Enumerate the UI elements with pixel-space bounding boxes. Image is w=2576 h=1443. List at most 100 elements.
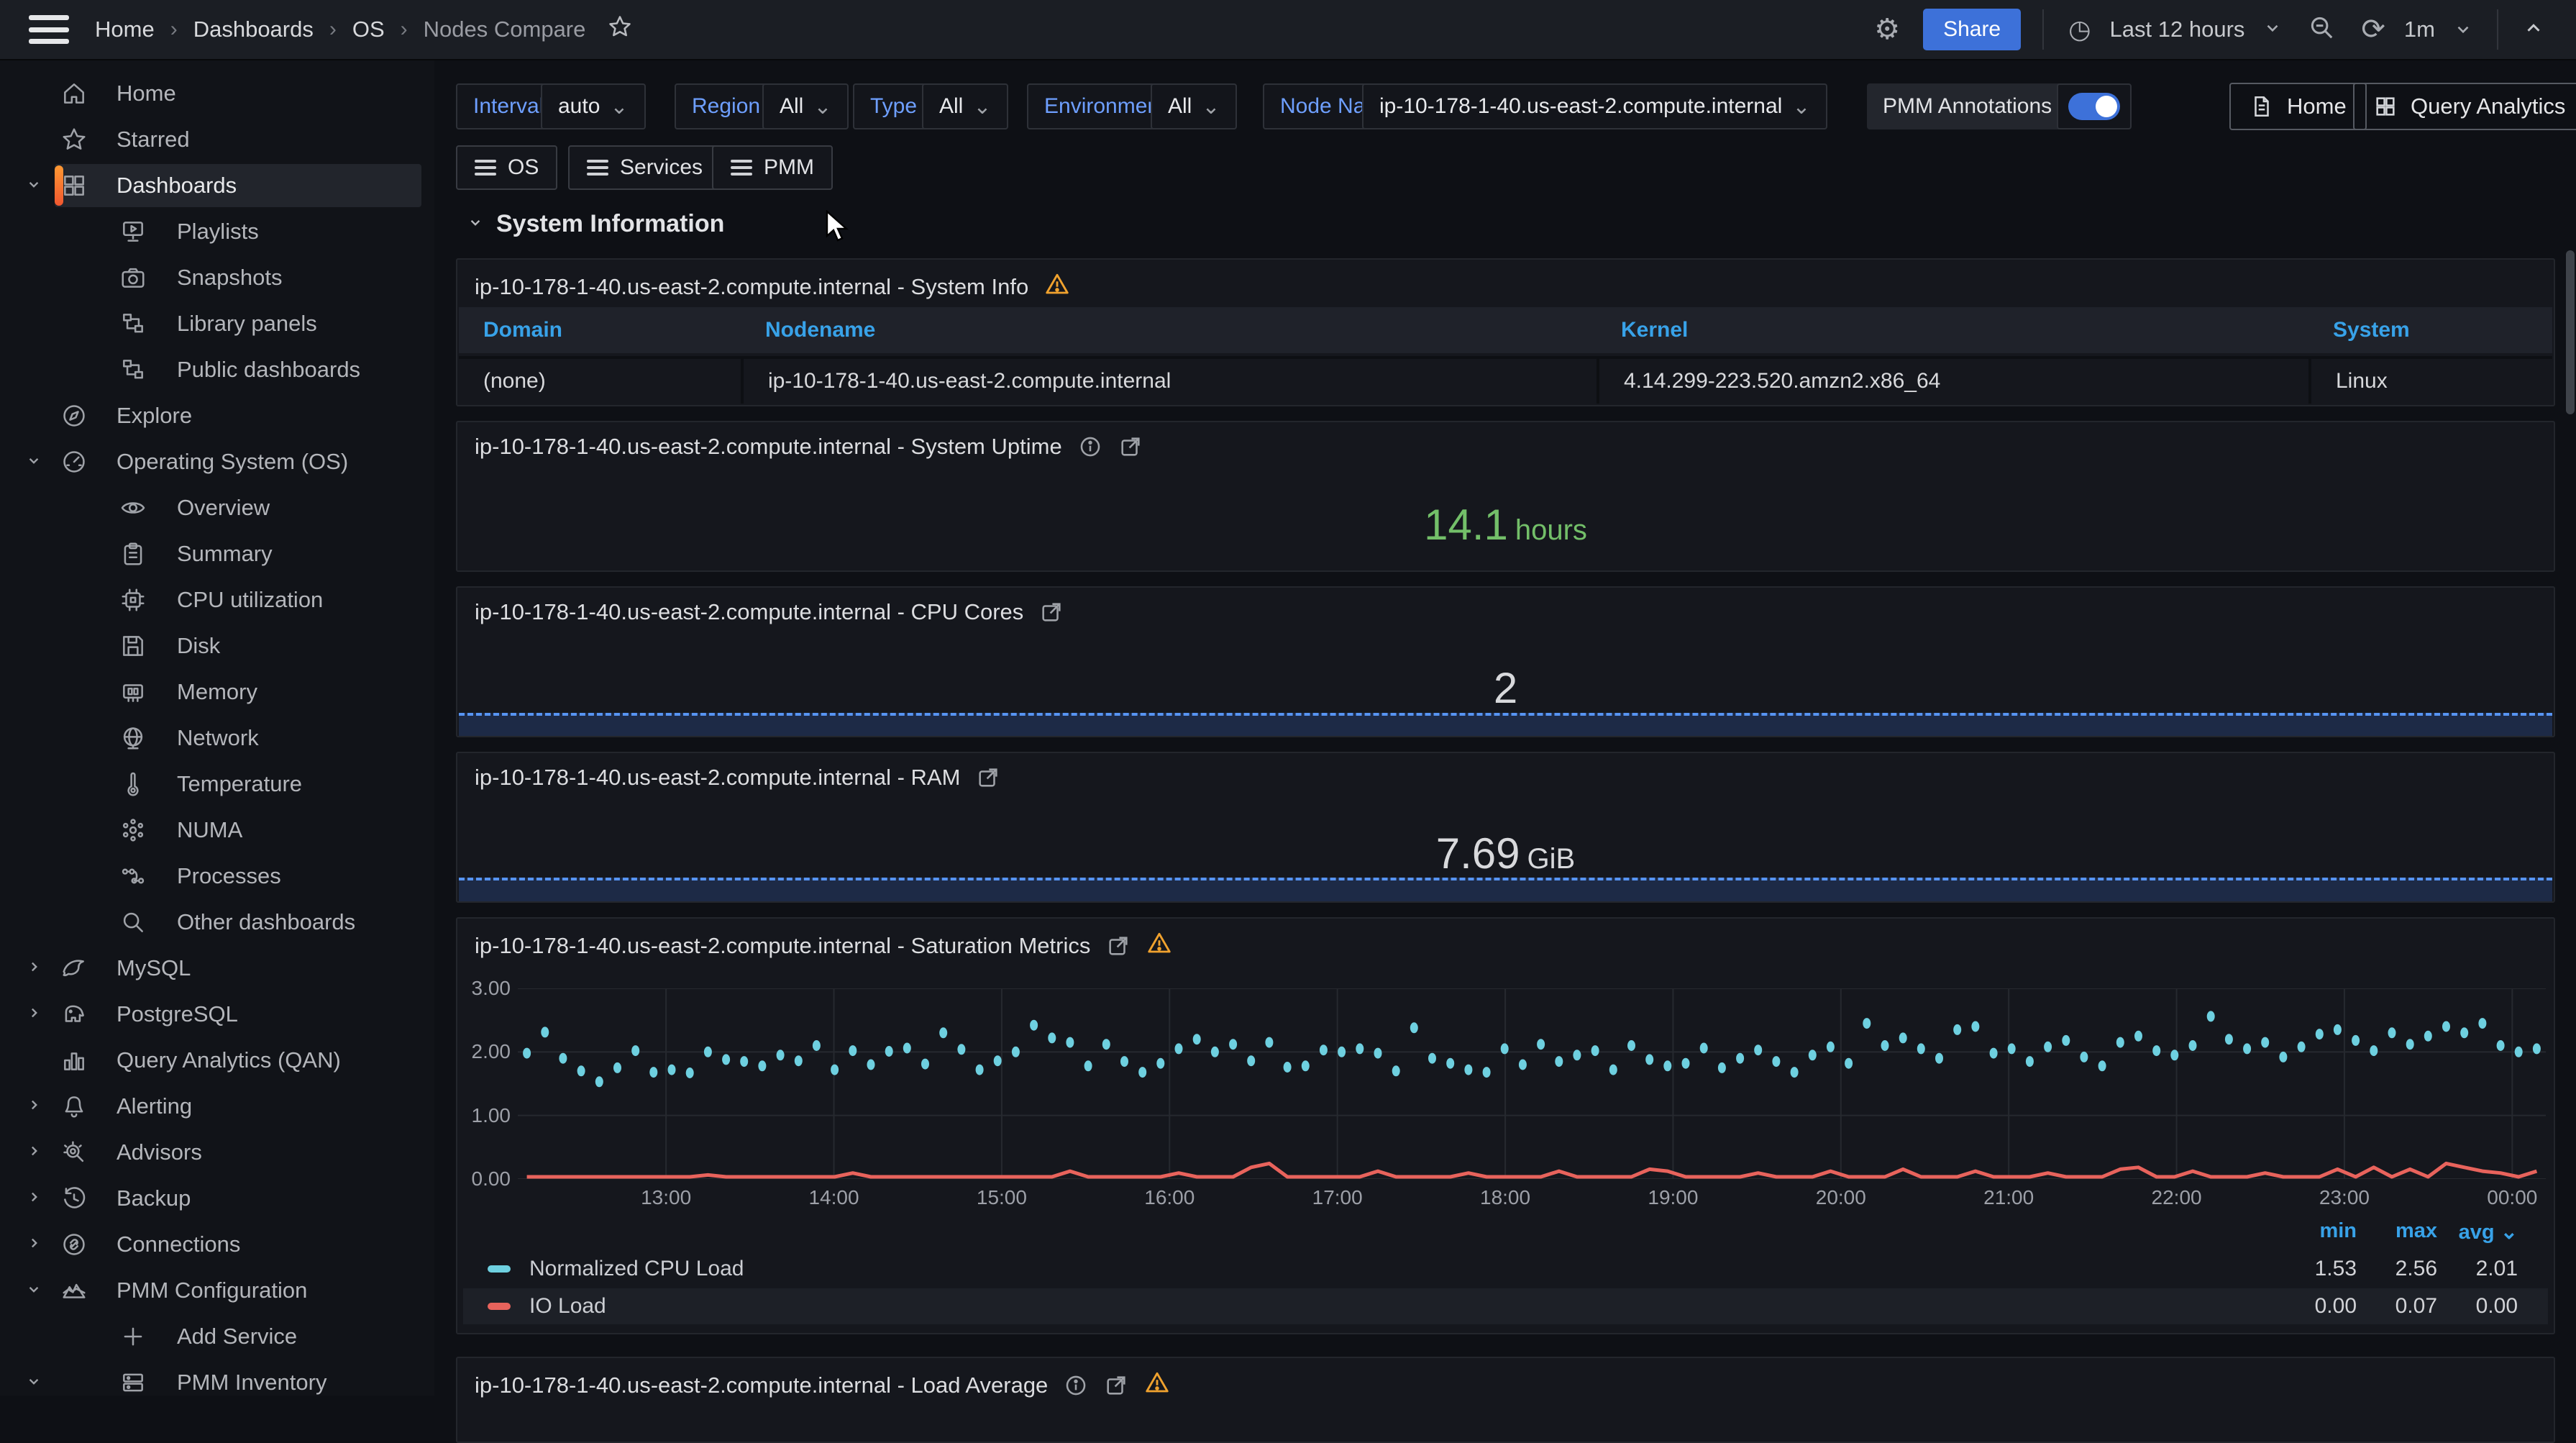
zoom-out-icon[interactable] (2308, 14, 2335, 46)
tab-os[interactable]: OS (456, 145, 557, 190)
sidebar-item-backup[interactable]: Backup (0, 1175, 434, 1221)
legend-header-avg[interactable]: avg ⌄ (2437, 1219, 2518, 1244)
refresh-interval-picker[interactable]: 1m (2404, 17, 2435, 42)
column-header-domain[interactable]: Domain (459, 307, 741, 353)
time-range-picker[interactable]: Last 12 hours (2110, 17, 2245, 42)
chevron-down-icon[interactable] (22, 1372, 46, 1394)
chevron-right-icon[interactable] (22, 1142, 46, 1164)
breadcrumb-home[interactable]: Home (95, 17, 155, 42)
chevron-right-icon[interactable] (22, 1188, 46, 1210)
chevron-down-icon[interactable] (2263, 19, 2282, 40)
chevron-right-icon[interactable] (22, 1096, 46, 1118)
x-tick-label: 13:00 (641, 1186, 691, 1209)
sidebar-item-starred[interactable]: Starred (0, 117, 434, 163)
star-icon[interactable] (607, 14, 633, 45)
home-button[interactable]: Home (2229, 83, 2367, 130)
sidebar-item-disk[interactable]: Disk (0, 623, 434, 669)
list-icon (731, 160, 752, 176)
y-tick-label: 3.00 (456, 977, 511, 1000)
share-button[interactable]: Share (1923, 9, 2021, 50)
warning-icon[interactable] (1144, 1370, 1170, 1401)
sidebar-item-operating-system-os[interactable]: Operating System (OS) (0, 439, 434, 485)
chevron-right-icon[interactable] (22, 1234, 46, 1256)
node-name-filter-value[interactable]: ip-10-178-1-40.us-east-2.compute.interna… (1362, 83, 1827, 129)
scrollbar-thumb[interactable] (2566, 250, 2575, 414)
sidebar-item-pmm-configuration[interactable]: PMM Configuration (0, 1267, 434, 1314)
sidebar-item-numa[interactable]: NUMA (0, 807, 434, 853)
sidebar-item-snapshots[interactable]: Snapshots (0, 255, 434, 301)
refresh-icon[interactable]: ⟳ (2361, 15, 2385, 44)
sidebar-item-query-analytics-qan[interactable]: Query Analytics (QAN) (0, 1037, 434, 1083)
sidebar-item-cpu-utilization[interactable]: CPU utilization (0, 577, 434, 623)
sidebar-item-alerting[interactable]: Alerting (0, 1083, 434, 1129)
collapse-up-icon[interactable] (2523, 15, 2544, 44)
sidebar-item-library-panels[interactable]: Library panels (0, 301, 434, 347)
query-analytics-button[interactable]: Query Analytics (2353, 83, 2576, 130)
tab-services[interactable]: Services (568, 145, 721, 190)
legend-row-io-load[interactable]: IO Load 0.00 0.07 0.00 (463, 1288, 2548, 1324)
gear-icon[interactable]: ⚙ (1874, 15, 1900, 44)
sidebar-item-network[interactable]: Network (0, 715, 434, 761)
tab-pmm[interactable]: PMM (712, 145, 833, 190)
sidebar-item-public-dashboards[interactable]: Public dashboards (0, 347, 434, 393)
panel-title[interactable]: ip-10-178-1-40.us-east-2.compute.interna… (475, 271, 1070, 303)
chevron-right-icon[interactable] (22, 957, 46, 980)
column-header-kernel[interactable]: Kernel (1597, 307, 2308, 353)
type-filter-value[interactable]: All⌄ (922, 83, 1008, 129)
column-header-nodename[interactable]: Nodename (741, 307, 1597, 353)
x-tick-label: 23:00 (2319, 1186, 2370, 1209)
sidebar-item-temperature[interactable]: Temperature (0, 761, 434, 807)
sidebar-item-processes[interactable]: Processes (0, 853, 434, 899)
sidebar-item-label: Disk (177, 633, 220, 659)
sidebar-item-connections[interactable]: Connections (0, 1221, 434, 1267)
sidebar-item-playlists[interactable]: Playlists (0, 209, 434, 255)
info-icon[interactable] (1064, 1373, 1088, 1398)
column-header-system[interactable]: System (2308, 307, 2552, 353)
sidebar-item-home[interactable]: Home (0, 70, 434, 117)
interval-filter-value[interactable]: auto⌄ (541, 83, 646, 129)
legend-header-max[interactable]: max (2357, 1219, 2437, 1244)
sidebar-item-memory[interactable]: Memory (0, 669, 434, 715)
sidebar-item-pmm-inventory[interactable]: PMM Inventory (0, 1360, 434, 1396)
external-link-icon[interactable] (1039, 600, 1064, 624)
menu-icon[interactable] (29, 15, 69, 44)
chevron-down-icon[interactable] (22, 175, 46, 197)
warning-icon[interactable] (1146, 930, 1172, 962)
chevron-down-icon[interactable] (22, 451, 46, 473)
panel-title[interactable]: ip-10-178-1-40.us-east-2.compute.interna… (475, 599, 1064, 625)
info-icon[interactable] (1078, 434, 1102, 459)
region-filter-value[interactable]: All⌄ (762, 83, 849, 129)
pmm-annotations-toggle[interactable] (2057, 83, 2132, 129)
warning-icon[interactable] (1044, 271, 1070, 303)
environment-filter-value[interactable]: All⌄ (1151, 83, 1237, 129)
sidebar-item-advisors[interactable]: Advisors (0, 1129, 434, 1175)
sidebar-item-overview[interactable]: Overview (0, 485, 434, 531)
sidebar-item-postgresql[interactable]: PostgreSQL (0, 991, 434, 1037)
sidebar-item-mysql[interactable]: MySQL (0, 945, 434, 991)
panel-title[interactable]: ip-10-178-1-40.us-east-2.compute.interna… (475, 930, 1172, 962)
breadcrumb-dashboards[interactable]: Dashboards (193, 17, 314, 42)
chevron-right-icon[interactable] (22, 1003, 46, 1026)
legend-row-normalized-cpu-load[interactable]: Normalized CPU Load 1.53 2.56 2.01 (463, 1251, 2548, 1287)
sidebar-item-other-dashboards[interactable]: Other dashboards (0, 899, 434, 945)
external-link-icon[interactable] (1118, 434, 1143, 459)
sidebar-item-add-service[interactable]: Add Service (0, 1314, 434, 1360)
sidebar-item-label: Connections (117, 1232, 240, 1257)
panel-title[interactable]: ip-10-178-1-40.us-east-2.compute.interna… (475, 434, 1143, 460)
external-link-icon[interactable] (1104, 1373, 1128, 1398)
sidebar-item-explore[interactable]: Explore (0, 393, 434, 439)
panel-title[interactable]: ip-10-178-1-40.us-east-2.compute.interna… (475, 1370, 1170, 1401)
library-icon (117, 307, 150, 340)
panel-title[interactable]: ip-10-178-1-40.us-east-2.compute.interna… (475, 765, 1000, 791)
legend-header-min[interactable]: min (2276, 1219, 2357, 1244)
external-link-icon[interactable] (976, 765, 1000, 790)
chevron-down-icon[interactable] (2454, 15, 2472, 44)
toggle-on-icon[interactable] (2068, 93, 2120, 120)
external-link-icon[interactable] (1106, 934, 1131, 958)
breadcrumb-os[interactable]: OS (352, 17, 385, 42)
sidebar-item-dashboards[interactable]: Dashboards (0, 163, 434, 209)
saturation-chart[interactable] (518, 988, 2546, 1179)
section-system-information[interactable]: System Information (466, 210, 724, 238)
sidebar-item-summary[interactable]: Summary (0, 531, 434, 577)
chevron-down-icon[interactable] (22, 1280, 46, 1302)
